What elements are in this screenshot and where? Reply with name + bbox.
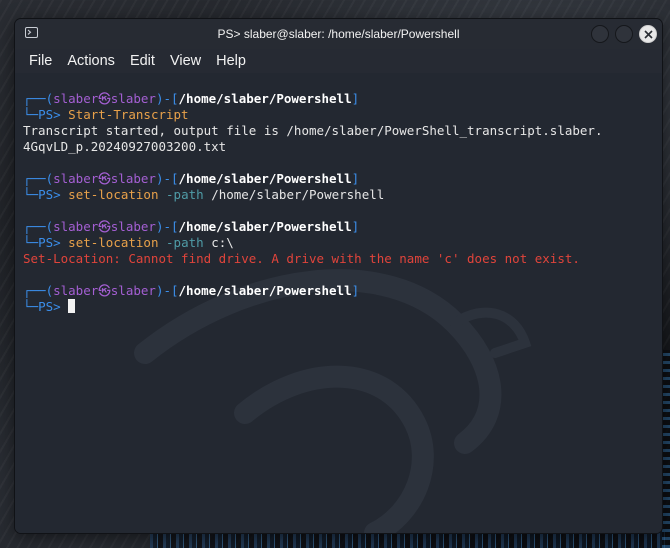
desktop-pattern-strip: [150, 532, 670, 548]
close-icon: [644, 30, 653, 39]
prompt-line: ┌──(slaber㉿slaber)-[/home/slaber/Powersh…: [23, 219, 360, 234]
prompt-line: ┌──(slaber㉿slaber)-[/home/slaber/Powersh…: [23, 283, 360, 298]
terminal-window: PS> slaber@slaber: /home/slaber/Powershe…: [15, 19, 662, 533]
command-line: └─PS> Start-Transcript: [23, 107, 189, 122]
menu-file[interactable]: File: [29, 53, 52, 69]
terminal-output[interactable]: ┌──(slaber㉿slaber)-[/home/slaber/Powersh…: [15, 73, 662, 533]
window-title: PS> slaber@slaber: /home/slaber/Powershe…: [217, 27, 460, 41]
prompt-line: ┌──(slaber㉿slaber)-[/home/slaber/Powersh…: [23, 91, 360, 106]
close-button[interactable]: [639, 25, 657, 43]
terminal-lines: ┌──(slaber㉿slaber)-[/home/slaber/Powersh…: [23, 91, 654, 533]
prompt-line: ┌──(slaber㉿slaber)-[/home/slaber/Powersh…: [23, 171, 360, 186]
title-bar[interactable]: PS> slaber@slaber: /home/slaber/Powershe…: [15, 19, 662, 49]
output-line: 4GqvLD_p.20240927003200.txt: [23, 139, 227, 154]
minimize-button[interactable]: [591, 25, 609, 43]
text-cursor: [68, 299, 76, 313]
menu-actions[interactable]: Actions: [67, 53, 115, 69]
output-line: Transcript started, output file is /home…: [23, 123, 603, 138]
active-command-line[interactable]: └─PS>: [23, 299, 654, 315]
menu-view[interactable]: View: [170, 53, 201, 69]
menu-bar: File Actions Edit View Help: [15, 49, 662, 73]
menu-edit[interactable]: Edit: [130, 53, 155, 69]
maximize-button[interactable]: [615, 25, 633, 43]
menu-help[interactable]: Help: [216, 53, 246, 69]
desktop-pattern-strip-right: [662, 350, 670, 548]
error-line: Set-Location: Cannot find drive. A drive…: [23, 251, 580, 266]
command-line: └─PS> set-location -path /home/slaber/Po…: [23, 187, 385, 202]
command-line: └─PS> set-location -path c:\: [23, 235, 234, 250]
